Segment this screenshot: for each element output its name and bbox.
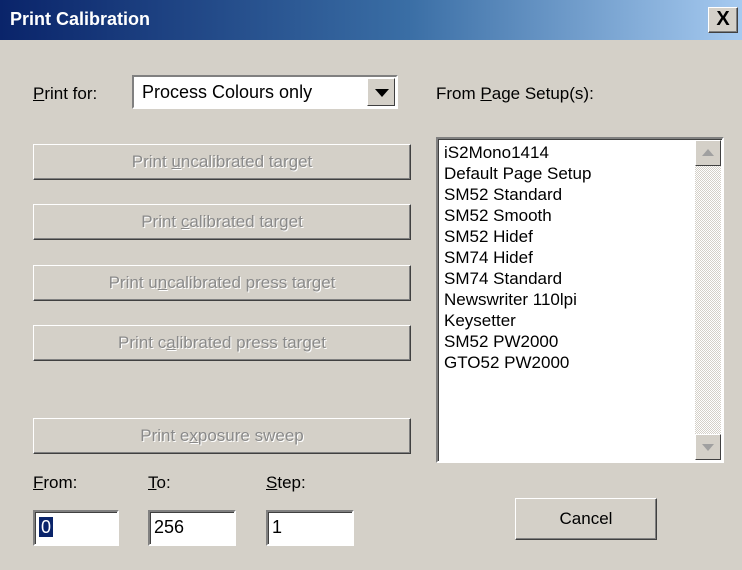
scroll-down-icon[interactable] [695,434,721,460]
from-label: From: [33,473,78,492]
cancel-button[interactable]: Cancel [515,498,657,540]
print-for-value: Process Colours only [142,82,313,102]
page-setups-list[interactable]: iS2Mono1414 Default Page Setup SM52 Stan… [436,137,724,463]
list-item[interactable]: SM52 Smooth [444,205,591,226]
list-item[interactable]: SM74 Standard [444,268,591,289]
list-item[interactable]: SM52 Hidef [444,226,591,247]
to-field[interactable]: 256 [148,510,236,546]
chevron-down-icon[interactable] [367,78,395,106]
to-label: To: [148,473,171,492]
print-for-dropdown[interactable]: Process Colours only [132,75,398,109]
page-setups-label: From Page Setup(s): [436,84,594,103]
print-calibrated-press-target-button[interactable]: Print calibrated press target [33,325,411,361]
print-uncalibrated-target-button[interactable]: Print uncalibrated target [33,144,411,180]
print-for-label: Print for: [33,84,98,103]
list-item[interactable]: SM52 Standard [444,184,591,205]
step-label: Step: [266,473,306,492]
from-field[interactable]: 0 [33,510,119,546]
list-item[interactable]: Default Page Setup [444,163,591,184]
list-item[interactable]: Keysetter [444,310,591,331]
print-uncalibrated-press-target-button[interactable]: Print uncalibrated press target [33,265,411,301]
list-item[interactable]: Newswriter 110lpi [444,289,591,310]
step-field[interactable]: 1 [266,510,354,546]
title-bar: Print Calibration X [0,0,742,40]
list-item[interactable]: SM74 Hidef [444,247,591,268]
print-calibrated-target-button[interactable]: Print calibrated target [33,204,411,240]
scroll-up-icon[interactable] [695,140,721,166]
print-exposure-sweep-button[interactable]: Print exposure sweep [33,418,411,454]
vertical-scrollbar[interactable] [695,140,721,460]
window-title: Print Calibration [10,9,151,29]
list-item[interactable]: SM52 PW2000 [444,331,591,352]
close-button[interactable]: X [708,7,738,33]
list-item[interactable]: iS2Mono1414 [444,142,591,163]
list-item[interactable]: GTO52 PW2000 [444,352,591,373]
